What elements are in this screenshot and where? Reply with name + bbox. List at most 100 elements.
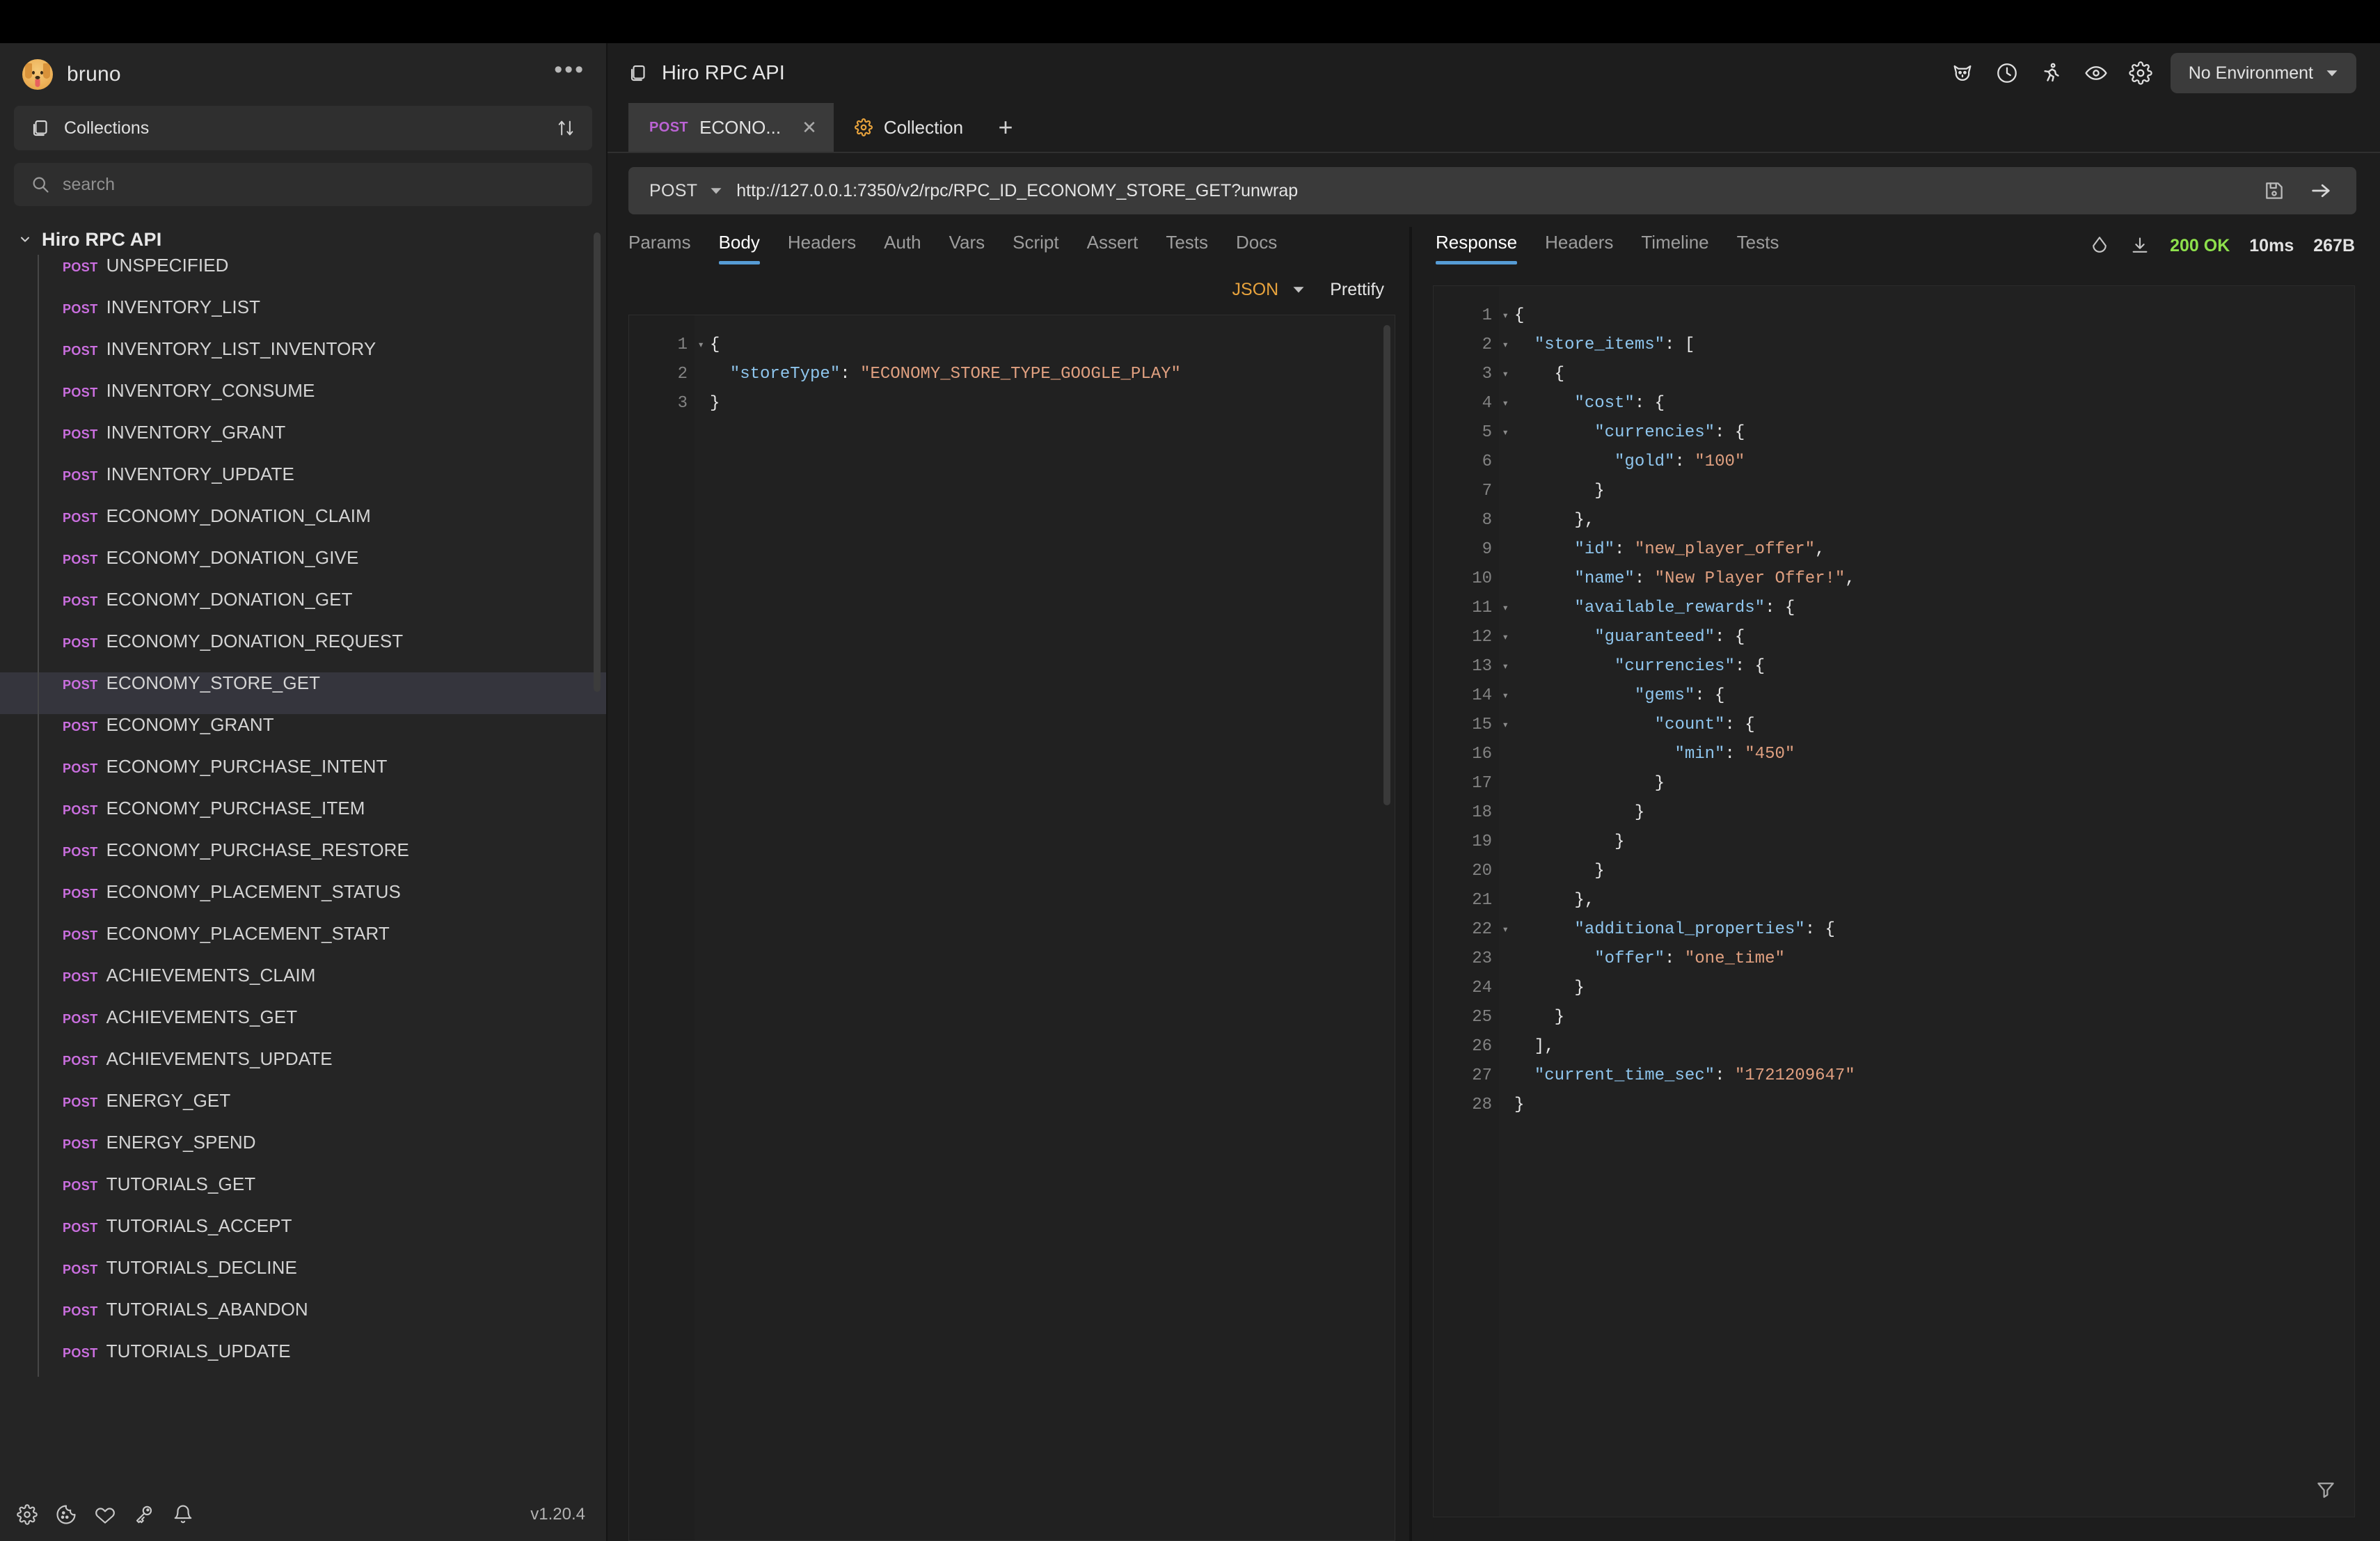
sidebar-search[interactable] <box>14 163 592 206</box>
sidebar-request-inventory_update[interactable]: POST INVENTORY_UPDATE <box>0 464 606 505</box>
fold-caret-icon[interactable]: ▾ <box>1502 360 1509 389</box>
key-icon[interactable] <box>134 1504 154 1525</box>
sidebar-request-economy_purchase_intent[interactable]: POST ECONOMY_PURCHASE_INTENT <box>0 756 606 798</box>
sidebar-request-achievements_get[interactable]: POST ACHIEVEMENTS_GET <box>0 1006 606 1048</box>
request-tab-tests[interactable]: Tests <box>1166 232 1208 264</box>
cookie-icon[interactable] <box>56 1504 77 1525</box>
fold-caret-icon[interactable]: ▾ <box>1502 681 1509 711</box>
sidebar-request-tutorials_abandon[interactable]: POST TUTORIALS_ABANDON <box>0 1299 606 1341</box>
gear-icon[interactable] <box>2129 61 2152 85</box>
sidebar-request-energy_spend[interactable]: POST ENERGY_SPEND <box>0 1132 606 1173</box>
fold-caret-icon[interactable]: ▾ <box>1502 594 1509 623</box>
response-tab-timeline[interactable]: Timeline <box>1641 232 1708 264</box>
sidebar-request-economy_placement_start[interactable]: POST ECONOMY_PLACEMENT_START <box>0 923 606 965</box>
request-tab-vars[interactable]: Vars <box>949 232 985 264</box>
tab-economy-store-get[interactable]: POST ECONO... ✕ <box>628 103 834 152</box>
code-line: } <box>1514 974 2354 1003</box>
sidebar-request-economy_donation_get[interactable]: POST ECONOMY_DONATION_GET <box>0 589 606 631</box>
response-tab-tests[interactable]: Tests <box>1737 232 1779 264</box>
sidebar-request-energy_get[interactable]: POST ENERGY_GET <box>0 1090 606 1132</box>
response-body-viewer[interactable]: 1 ▾ 2 ▾ 3 ▾ 4 ▾ 5 ▾ 6 7 8 9 10 11 ▾ 12 ▾ 13 ▾ 14 ▾ 15 ▾ 16 17 18 19 2… <box>1433 285 2355 1517</box>
sidebar-request-tutorials_get[interactable]: POST TUTORIALS_GET <box>0 1173 606 1215</box>
close-icon[interactable]: ✕ <box>802 117 817 139</box>
request-tab-headers[interactable]: Headers <box>788 232 856 264</box>
sidebar-request-inventory_list_inventory[interactable]: POST INVENTORY_LIST_INVENTORY <box>0 338 606 380</box>
sidebar-request-achievements_claim[interactable]: POST ACHIEVEMENTS_CLAIM <box>0 965 606 1006</box>
code-line: "store_items": [ <box>1514 331 2354 360</box>
request-tab-params[interactable]: Params <box>628 232 691 264</box>
request-editor-scrollbar[interactable] <box>1383 325 1390 805</box>
fold-caret-icon[interactable]: ▾ <box>1502 623 1509 652</box>
request-method-label: POST <box>63 1346 98 1360</box>
request-tab-body[interactable]: Body <box>718 232 761 264</box>
sidebar-request-inventory_grant[interactable]: POST INVENTORY_GRANT <box>0 422 606 464</box>
sidebar-request-tutorials_update[interactable]: POST TUTORIALS_UPDATE <box>0 1341 606 1382</box>
download-response-icon[interactable] <box>2129 235 2150 256</box>
request-body-editor[interactable]: 1 ▾ 2 3 { "storeType": "ECONOMY_STORE_TYPE_… <box>628 315 1395 1541</box>
sidebar-request-economy_donation_claim[interactable]: POST ECONOMY_DONATION_CLAIM <box>0 505 606 547</box>
code-token: } <box>1514 803 1645 822</box>
sidebar-request-economy_donation_give[interactable]: POST ECONOMY_DONATION_GIVE <box>0 547 606 589</box>
fold-caret-icon[interactable]: ▾ <box>1502 418 1509 448</box>
request-editor-code[interactable]: { "storeType": "ECONOMY_STORE_TYPE_GOOGL… <box>695 315 1395 1540</box>
prettify-button[interactable]: Prettify <box>1330 280 1384 300</box>
sidebar-request-inventory_list[interactable]: POST INVENTORY_LIST <box>0 297 606 338</box>
fold-caret-icon[interactable]: ▾ <box>1502 915 1509 945</box>
response-code[interactable]: { "store_items": [ { "cost": { "currenci… <box>1499 286 2354 1517</box>
chevron-down-icon[interactable] <box>1292 283 1305 296</box>
url-input[interactable]: http://127.0.0.1:7350/v2/rpc/RPC_ID_ECON… <box>736 181 2263 201</box>
fold-caret-icon[interactable]: ▾ <box>1502 389 1509 418</box>
request-tab-assert[interactable]: Assert <box>1087 232 1139 264</box>
clear-response-icon[interactable] <box>2089 235 2110 256</box>
fold-caret-icon[interactable]: ▾ <box>1502 331 1509 360</box>
sidebar-request-economy_donation_request[interactable]: POST ECONOMY_DONATION_REQUEST <box>0 631 606 672</box>
chevron-down-icon[interactable] <box>710 184 722 197</box>
search-input[interactable] <box>63 174 576 195</box>
collection-root-item[interactable]: Hiro RPC API <box>0 224 606 255</box>
sort-toggle-icon[interactable] <box>556 118 576 138</box>
request-name-label: ECONOMY_DONATION_REQUEST <box>106 631 404 651</box>
sidebar-request-economy_placement_status[interactable]: POST ECONOMY_PLACEMENT_STATUS <box>0 881 606 923</box>
heart-icon[interactable] <box>95 1504 116 1525</box>
fold-caret-icon[interactable]: ▾ <box>1502 711 1509 740</box>
send-request-icon[interactable] <box>2309 179 2333 203</box>
gear-icon[interactable] <box>17 1504 38 1525</box>
code-line: } <box>1514 1091 2354 1120</box>
sidebar-request-inventory_consume[interactable]: POST INVENTORY_CONSUME <box>0 380 606 422</box>
eye-icon[interactable] <box>2084 61 2108 85</box>
method-selector[interactable]: POST <box>649 181 697 201</box>
sidebar-request-tutorials_decline[interactable]: POST TUTORIALS_DECLINE <box>0 1257 606 1299</box>
code-token: { <box>1514 306 1525 325</box>
sidebar-request-unspecified[interactable]: POST UNSPECIFIED <box>0 255 606 297</box>
filter-icon[interactable] <box>2315 1479 2336 1500</box>
new-tab-button[interactable]: + <box>980 103 1031 152</box>
bell-icon[interactable] <box>173 1504 193 1525</box>
response-tab-headers[interactable]: Headers <box>1545 232 1613 264</box>
clock-icon[interactable] <box>1995 61 2019 85</box>
url-bar-container: POST http://127.0.0.1:7350/v2/rpc/RPC_ID… <box>608 153 2380 214</box>
line-number: 12 ▾ <box>1434 623 1509 652</box>
code-line: "currencies": { <box>1514 418 2354 448</box>
save-icon[interactable] <box>2263 180 2285 202</box>
sidebar-request-economy_purchase_item[interactable]: POST ECONOMY_PURCHASE_ITEM <box>0 798 606 839</box>
fold-caret-icon[interactable]: ▾ <box>697 331 704 360</box>
fold-caret-icon[interactable]: ▾ <box>1502 652 1509 681</box>
sidebar-request-economy_purchase_restore[interactable]: POST ECONOMY_PURCHASE_RESTORE <box>0 839 606 881</box>
body-type-selector[interactable]: JSON <box>1232 280 1279 300</box>
sidebar-more-menu-icon[interactable]: ••• <box>554 58 585 84</box>
request-tab-auth[interactable]: Auth <box>884 232 921 264</box>
response-tab-response[interactable]: Response <box>1436 232 1518 264</box>
request-tab-docs[interactable]: Docs <box>1236 232 1277 264</box>
collections-header[interactable]: Collections <box>14 106 592 150</box>
runner-icon[interactable] <box>2040 61 2063 85</box>
tab-collection-settings[interactable]: Collection <box>834 103 980 152</box>
fold-caret-icon[interactable]: ▾ <box>1502 301 1509 331</box>
dog-icon[interactable] <box>1951 61 1974 85</box>
sidebar-request-economy_grant[interactable]: POST ECONOMY_GRANT <box>0 714 606 756</box>
request-tab-script[interactable]: Script <box>1013 232 1058 264</box>
environment-selector[interactable]: No Environment <box>2170 53 2356 93</box>
sidebar-scrollbar[interactable] <box>594 232 601 692</box>
sidebar-request-tutorials_accept[interactable]: POST TUTORIALS_ACCEPT <box>0 1215 606 1257</box>
sidebar-request-achievements_update[interactable]: POST ACHIEVEMENTS_UPDATE <box>0 1048 606 1090</box>
sidebar-request-economy_store_get[interactable]: POST ECONOMY_STORE_GET <box>0 672 606 714</box>
